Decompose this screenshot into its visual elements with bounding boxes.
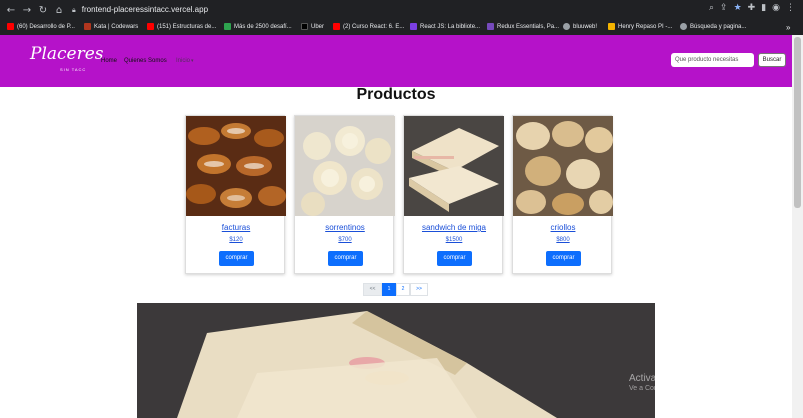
buy-button[interactable]: comprar	[546, 251, 581, 266]
globe-icon	[680, 23, 687, 30]
bookmark-label: Henry Repaso PI -...	[618, 24, 673, 31]
url-field[interactable]: 🔒︎ frontend-placeressintacc.vercel.app	[72, 3, 208, 17]
bookmark-label: bluuweb!	[573, 24, 598, 31]
product-name-link[interactable]: sandwich de miga	[404, 223, 504, 232]
product-name-link[interactable]: facturas	[186, 223, 286, 232]
bookmarks-bar: (60) Desarrollo de P... Kata | Codewars …	[0, 20, 803, 35]
nav-dropdown-inicio[interactable]: Inicio▾	[176, 58, 194, 64]
nav-link-about[interactable]: Quienes Somos	[124, 58, 167, 64]
bookmark-item[interactable]: Redux Essentials, Pa...	[487, 23, 559, 30]
more-bookmarks-icon[interactable]: »	[786, 23, 790, 32]
hero-banner	[137, 303, 655, 418]
bookmark-label: Redux Essentials, Pa...	[497, 24, 560, 31]
bookmark-label: Más de 2500 desafí...	[234, 24, 292, 31]
product-price[interactable]: $800	[513, 237, 613, 243]
youtube-icon	[7, 23, 14, 30]
product-image-sorrentinos[interactable]	[295, 116, 395, 216]
codewars-icon	[84, 23, 91, 30]
site-logo-subtitle: SIN TACC	[60, 67, 87, 72]
bookmark-item[interactable]: (2) Curso React: 6. E...	[333, 23, 404, 30]
product-image-criollos[interactable]	[513, 116, 613, 216]
windows-activation-title: Activar Windows	[629, 373, 703, 384]
pagination-page[interactable]: 2	[396, 283, 410, 296]
nav-dropdown-label: Inicio	[176, 58, 191, 64]
home-icon[interactable]: ⌂	[51, 5, 67, 16]
product-image-facturas[interactable]	[186, 116, 286, 216]
globe-icon	[563, 23, 570, 30]
menu-kebab-icon[interactable]: ⋮	[786, 3, 795, 13]
star-icon[interactable]: ★	[734, 3, 742, 13]
caret-down-icon: ▾	[191, 58, 194, 64]
browser-actions: ⌕ ⇪ ★ ✚ ▮ ◉ ⋮	[709, 3, 795, 13]
bookmark-label: (151) Estructuras de...	[157, 24, 217, 31]
bookmark-item[interactable]: Henry Repaso PI -...	[608, 23, 672, 30]
bookmark-item[interactable]: React JS: La bibliote...	[410, 23, 480, 30]
reload-icon[interactable]: ↻	[35, 5, 51, 16]
pagination-next[interactable]: >>	[410, 283, 428, 296]
youtube-icon	[147, 23, 154, 30]
pagination-prev[interactable]: <<	[363, 283, 382, 296]
extensions-icon[interactable]: ✚	[748, 3, 756, 13]
product-image-sandwich-de-miga[interactable]	[404, 116, 504, 216]
search-input[interactable]: Que producto necesitas	[671, 53, 754, 67]
pagination: << 1 2 >>	[363, 283, 428, 296]
bookmark-item[interactable]: (151) Estructuras de...	[147, 23, 216, 30]
bookmark-label: (60) Desarrollo de P...	[17, 24, 75, 31]
bookmark-item[interactable]: Kata | Codewars	[84, 23, 138, 30]
uber-icon	[301, 23, 308, 30]
bookmark-label: Kata | Codewars	[94, 24, 139, 31]
bookmark-label: React JS: La bibliote...	[420, 24, 481, 31]
bookmark-item[interactable]: bluuweb!	[563, 23, 597, 30]
profile-avatar-icon[interactable]: ◉	[772, 3, 780, 13]
redux-icon	[487, 23, 494, 30]
react-icon	[410, 23, 417, 30]
product-card: criollos $800 comprar	[512, 115, 613, 274]
product-card: sandwich de miga $1500 comprar	[403, 115, 504, 274]
bookmark-item[interactable]: (60) Desarrollo de P...	[7, 23, 75, 30]
search-icon[interactable]: ⌕	[709, 3, 714, 13]
forward-arrow-icon[interactable]: →	[19, 5, 35, 16]
site-logo[interactable]: Placeres	[30, 44, 104, 64]
bookmark-label: Búsqueda y pagina...	[690, 24, 747, 31]
youtube-icon	[333, 23, 340, 30]
product-card: sorrentinos $700 comprar	[294, 115, 395, 274]
search-button[interactable]: Buscar	[758, 53, 786, 67]
product-price[interactable]: $700	[295, 237, 395, 243]
henry-icon	[608, 23, 615, 30]
bookmark-item[interactable]: Uber	[301, 23, 324, 30]
buy-button[interactable]: comprar	[437, 251, 472, 266]
sidepanel-icon[interactable]: ▮	[761, 3, 766, 13]
bookmark-label: (2) Curso React: 6. E...	[343, 24, 405, 31]
windows-activation-subtitle: Ve a Configuración para activar Windows.	[629, 385, 759, 392]
lock-icon: 🔒︎	[72, 6, 76, 14]
buy-button[interactable]: comprar	[219, 251, 254, 266]
share-icon[interactable]: ⇪	[720, 3, 728, 13]
edabit-icon	[224, 23, 231, 30]
pagination-page[interactable]: 1	[382, 283, 396, 296]
url-text: frontend-placeressintacc.vercel.app	[81, 5, 209, 14]
hero-banner-image	[137, 303, 655, 418]
bookmark-item[interactable]: Búsqueda y pagina...	[680, 23, 746, 30]
bookmark-item[interactable]: Más de 2500 desafí...	[224, 23, 292, 30]
product-name-link[interactable]: criollos	[513, 223, 613, 232]
product-card: facturas $120 comprar	[185, 115, 286, 274]
page-title: Productos	[356, 86, 436, 103]
buy-button[interactable]: comprar	[328, 251, 363, 266]
back-arrow-icon[interactable]: ←	[3, 5, 19, 16]
nav-link-home[interactable]: Home	[101, 58, 117, 64]
product-price[interactable]: $1500	[404, 237, 504, 243]
product-price[interactable]: $120	[186, 237, 286, 243]
scrollbar-thumb[interactable]	[794, 37, 801, 208]
bookmark-label: Uber	[311, 24, 325, 31]
product-name-link[interactable]: sorrentinos	[295, 223, 395, 232]
